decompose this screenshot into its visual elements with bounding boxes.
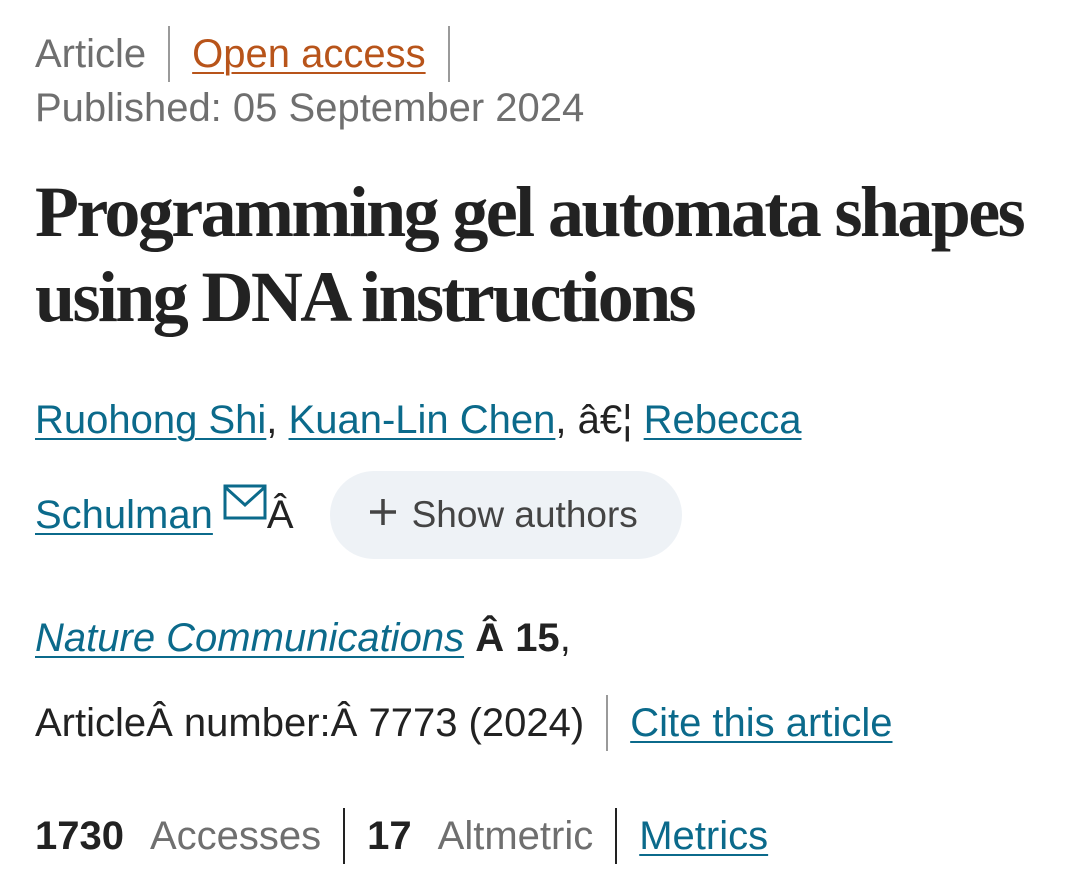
accesses-count: 1730 xyxy=(35,813,124,858)
article-number-row: ArticleÂ number:Â 7773 (2024) Cite this … xyxy=(35,694,893,752)
divider xyxy=(615,808,618,864)
author-list: Ruohong Shi, Kuan-Lin Chen, â€¦ Rebecca xyxy=(35,398,802,443)
journal-citation: Nature Communications Â 15, xyxy=(35,616,571,661)
author-separator: , xyxy=(555,398,578,442)
author-link-rebecca-schulman-part2[interactable]: Schulman xyxy=(35,493,213,538)
author-link-rebecca-schulman-part1[interactable]: Rebecca xyxy=(644,398,802,442)
article-number: ArticleÂ number:Â 7773 (2024) xyxy=(35,700,585,745)
author-link-ruohong-shi[interactable]: Ruohong Shi xyxy=(35,398,266,442)
published-date: Published: 05 September 2024 xyxy=(35,86,585,130)
accesses-label: Accesses xyxy=(149,813,322,858)
plus-icon xyxy=(368,494,398,536)
divider xyxy=(447,26,450,82)
author-ellipsis: â€¦ xyxy=(577,398,633,442)
volume-comma: , xyxy=(559,616,571,660)
article-meta-row: Article Open access xyxy=(35,24,472,84)
divider xyxy=(168,26,171,82)
altmetric-label: Altmetric xyxy=(437,813,594,858)
author-list-continued: Schulman Â Show authors xyxy=(35,470,682,560)
cite-this-article-link[interactable]: Cite this article xyxy=(630,701,892,746)
author-trailing-char: Â xyxy=(266,492,294,537)
divider xyxy=(606,695,609,751)
metrics-row: 1730 Accesses 17 Altmetric Metrics xyxy=(35,806,768,866)
mail-icon[interactable] xyxy=(223,484,267,532)
author-link-kuan-lin-chen[interactable]: Kuan-Lin Chen xyxy=(289,398,556,442)
divider xyxy=(343,808,346,864)
metrics-link[interactable]: Metrics xyxy=(639,814,768,859)
show-authors-label: Show authors xyxy=(411,494,638,535)
open-access-link[interactable]: Open access xyxy=(192,32,425,77)
journal-volume: Â 15 xyxy=(475,616,560,660)
author-separator: , xyxy=(266,398,289,442)
article-type: Article xyxy=(35,31,147,76)
show-authors-button[interactable]: Show authors xyxy=(329,471,682,559)
altmetric-count: 17 xyxy=(367,813,412,858)
article-title: Programming gel automata shapes using DN… xyxy=(35,172,1026,337)
journal-link[interactable]: Nature Communications xyxy=(35,616,464,660)
